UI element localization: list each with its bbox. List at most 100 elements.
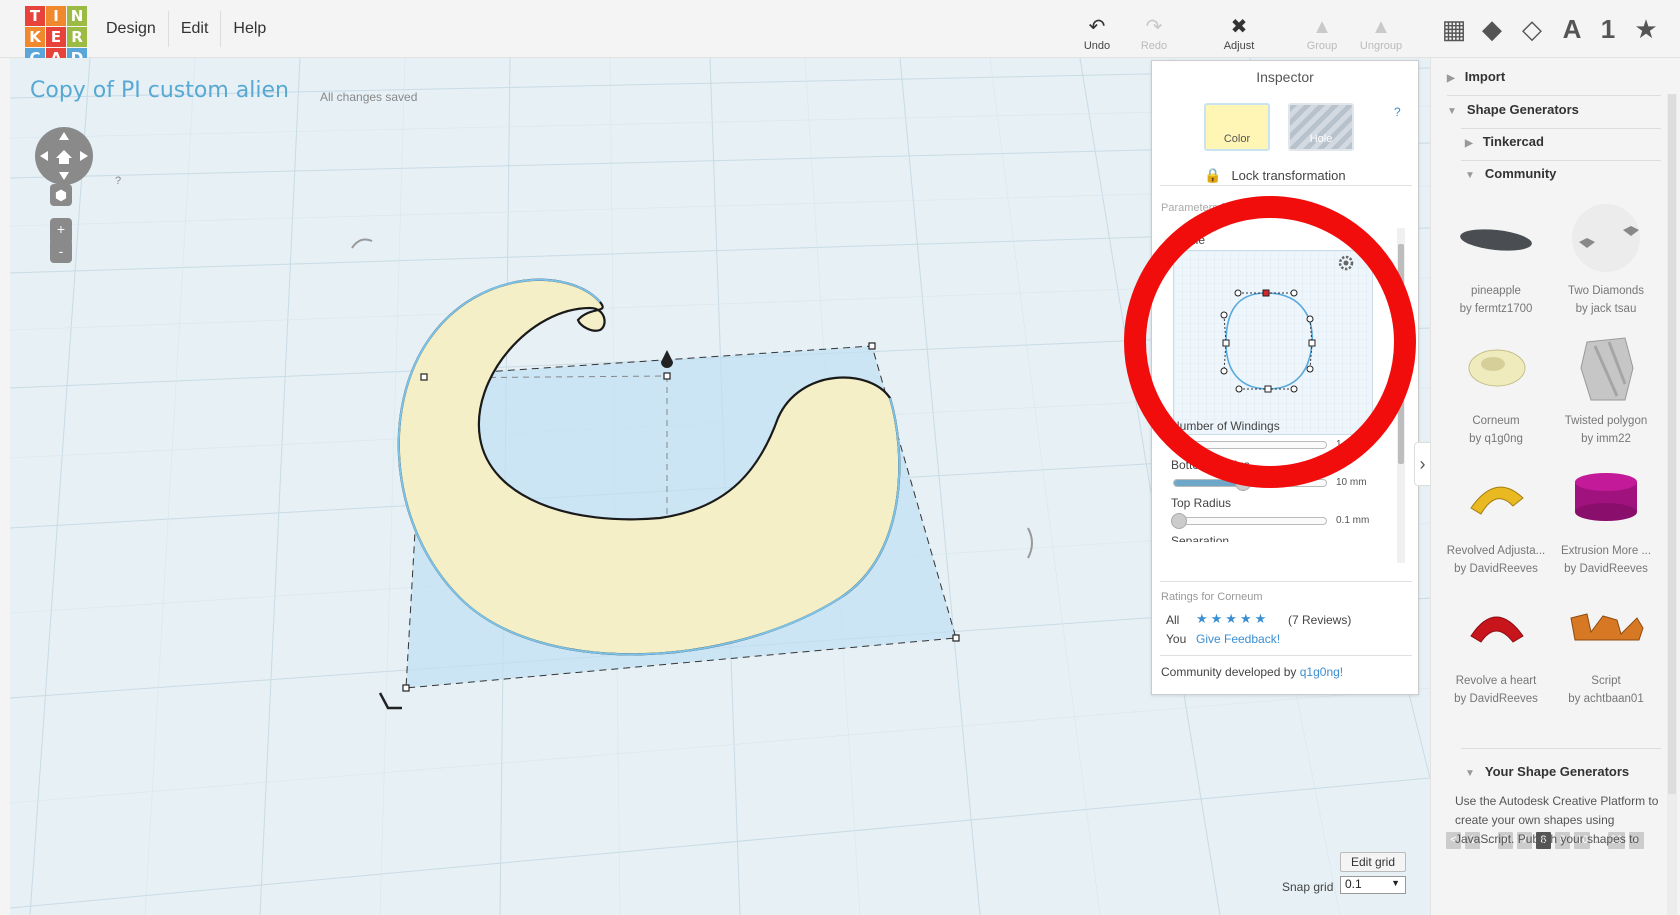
shape-card-revolved-adjustable[interactable]: Revolved Adjusta... by DavidReeves	[1441, 458, 1551, 578]
logo-letter: K	[25, 27, 45, 47]
divider	[1461, 128, 1661, 129]
collapse-panel-chevron-icon[interactable]: ›	[1414, 442, 1430, 486]
sidebar-scrollbar[interactable]	[1667, 94, 1677, 915]
revolve-heart-thumbnail	[1441, 588, 1551, 668]
shape-author: by jack tsau	[1575, 303, 1637, 315]
top-radius-value: 0.1 mm	[1336, 515, 1370, 526]
shape-card-corneum[interactable]: Corneum by q1g0ng	[1441, 328, 1551, 448]
shape-author: by q1g0ng	[1469, 433, 1523, 445]
view-cube-button[interactable]: ⬢	[50, 184, 72, 206]
give-feedback-link[interactable]: Give Feedback!	[1196, 632, 1280, 646]
shape-card-revolve-a-heart[interactable]: Revolve a heart by DavidReeves	[1441, 588, 1551, 708]
inspector-help-icon[interactable]: ?	[1394, 105, 1401, 119]
import-label: Import	[1464, 69, 1506, 84]
two-diamonds-thumbnail	[1551, 198, 1661, 278]
undo-button[interactable]: ↶ Undo	[1067, 14, 1127, 52]
redo-icon: ↷	[1145, 16, 1163, 38]
shape-name: Extrusion More ...	[1560, 545, 1652, 557]
shape-author: by DavidReeves	[1564, 563, 1648, 575]
rotate-handle-side	[1027, 527, 1033, 559]
undo-icon: ↶	[1088, 16, 1106, 38]
menu-design[interactable]: Design	[94, 11, 169, 47]
tinkercad-section-toggle[interactable]: ▶ Tinkercad	[1465, 134, 1544, 149]
community-label: Community	[1484, 166, 1557, 181]
document-title[interactable]: Copy of PI custom alien	[30, 78, 289, 103]
text-tool-icon[interactable]: A	[1556, 14, 1588, 45]
main-menu: Design Edit Help	[94, 0, 278, 58]
caret-down-icon: ▼	[1465, 768, 1475, 779]
separation-label: Separation	[1171, 534, 1230, 542]
divider	[1160, 581, 1412, 582]
caret-right-icon: ▶	[1447, 73, 1455, 84]
red-highlight-circle	[1124, 196, 1416, 488]
adjust-icon: ✖	[1230, 16, 1248, 38]
sidebar-scrollbar-thumb[interactable]	[1668, 94, 1676, 794]
shape-card-twisted-polygon[interactable]: Twisted polygon by imm22	[1551, 328, 1661, 448]
group-button[interactable]: ▲ Group	[1292, 14, 1352, 52]
group-icon: ▲	[1312, 16, 1332, 38]
shape-author: by DavidReeves	[1454, 563, 1538, 575]
top-radius-knob[interactable]	[1171, 513, 1187, 529]
shape-name: Corneum	[1472, 415, 1520, 427]
shape-card-extrusion-more[interactable]: Extrusion More ... by DavidReeves	[1551, 458, 1661, 578]
nav-help-icon[interactable]: ?	[115, 175, 121, 187]
extrusion-more-thumbnail	[1551, 458, 1661, 538]
redo-label: Redo	[1140, 40, 1168, 52]
twisted-polygon-thumbnail	[1551, 328, 1661, 408]
snap-grid-value: 0.1	[1345, 877, 1362, 891]
shape-card-two-diamonds[interactable]: Two Diamonds by jack tsau	[1551, 198, 1661, 318]
logo-letter: E	[46, 27, 66, 47]
solid-cube-icon[interactable]: ◆	[1476, 14, 1508, 45]
orbit-control[interactable]	[34, 126, 94, 186]
import-section-toggle[interactable]: ▶ Import	[1447, 69, 1505, 84]
menu-help[interactable]: Help	[221, 11, 278, 47]
top-radius-slider[interactable]	[1171, 513, 1327, 529]
zoom-out-button[interactable]: -	[50, 239, 72, 263]
shape-card-script[interactable]: Script by achtbaan01	[1551, 588, 1661, 708]
adjust-button[interactable]: ✖ Adjust	[1209, 14, 1269, 52]
credit-prefix: Community developed by	[1161, 665, 1300, 679]
top-radius-label: Top Radius	[1171, 496, 1232, 510]
lock-label: Lock transformation	[1231, 168, 1346, 183]
community-credit: Community developed by q1g0ng!	[1161, 665, 1343, 679]
star-icon[interactable]: ★	[1630, 14, 1662, 45]
hole-swatch[interactable]: Hole	[1288, 103, 1354, 151]
shape-card-pineapple[interactable]: pineapple by fermtz1700	[1441, 198, 1551, 318]
ratings-you-label: You	[1166, 632, 1187, 646]
shape-name: Script	[1591, 675, 1621, 687]
view-navigator[interactable]	[34, 126, 94, 191]
script-thumbnail	[1551, 588, 1661, 668]
shape-name: Revolve a heart	[1455, 675, 1537, 687]
edit-grid-button[interactable]: Edit grid	[1340, 852, 1407, 872]
number-tool-icon[interactable]: 1	[1592, 14, 1624, 45]
wire-cube-icon[interactable]: ◇	[1516, 14, 1548, 45]
menu-edit[interactable]: Edit	[169, 11, 222, 47]
snap-grid-label: Snap grid	[1282, 880, 1334, 894]
undo-label: Undo	[1083, 40, 1111, 52]
grid-view-icon[interactable]: ▦	[1438, 14, 1470, 45]
your-shape-generators-toggle[interactable]: ▼ Your Shape Generators	[1465, 764, 1629, 779]
shape-generators-toggle[interactable]: ▼ Shape Generators	[1447, 102, 1579, 117]
snap-grid-select[interactable]: 0.1 ▼	[1340, 876, 1406, 894]
top-bar: T I N K E R C A D Design Edit Help ↶ Und…	[0, 0, 1680, 68]
tinkercad-label: Tinkercad	[1482, 134, 1544, 149]
dropdown-arrow-icon: ▼	[1391, 878, 1400, 888]
ungroup-button[interactable]: ▲ Ungroup	[1351, 14, 1411, 52]
logo-letter: R	[67, 27, 87, 47]
save-status: All changes saved	[320, 90, 418, 104]
revolved-adjustable-thumbnail	[1441, 458, 1551, 538]
color-swatch[interactable]: Color	[1204, 103, 1270, 151]
credit-author-link[interactable]: q1g0ng!	[1300, 665, 1343, 679]
pineapple-thumbnail	[1441, 198, 1551, 278]
shape-generators-label: Shape Generators	[1466, 102, 1579, 117]
tinkercad-app: T I N K E R C A D Design Edit Help ↶ Und…	[0, 0, 1680, 915]
inspector-title: Inspector	[1256, 69, 1314, 85]
ratings-all-label: All	[1166, 613, 1180, 627]
lock-transformation-toggle[interactable]: 🔒 Lock transformation	[1204, 167, 1346, 184]
rotate-handle-front	[378, 692, 402, 710]
community-section-toggle[interactable]: ▼ Community	[1465, 166, 1556, 181]
shape-name: pineapple	[1471, 285, 1521, 297]
caret-right-icon: ▶	[1465, 138, 1473, 149]
your-generators-description: Use the Autodesk Creative Platform to cr…	[1455, 794, 1659, 846]
redo-button[interactable]: ↷ Redo	[1124, 14, 1184, 52]
